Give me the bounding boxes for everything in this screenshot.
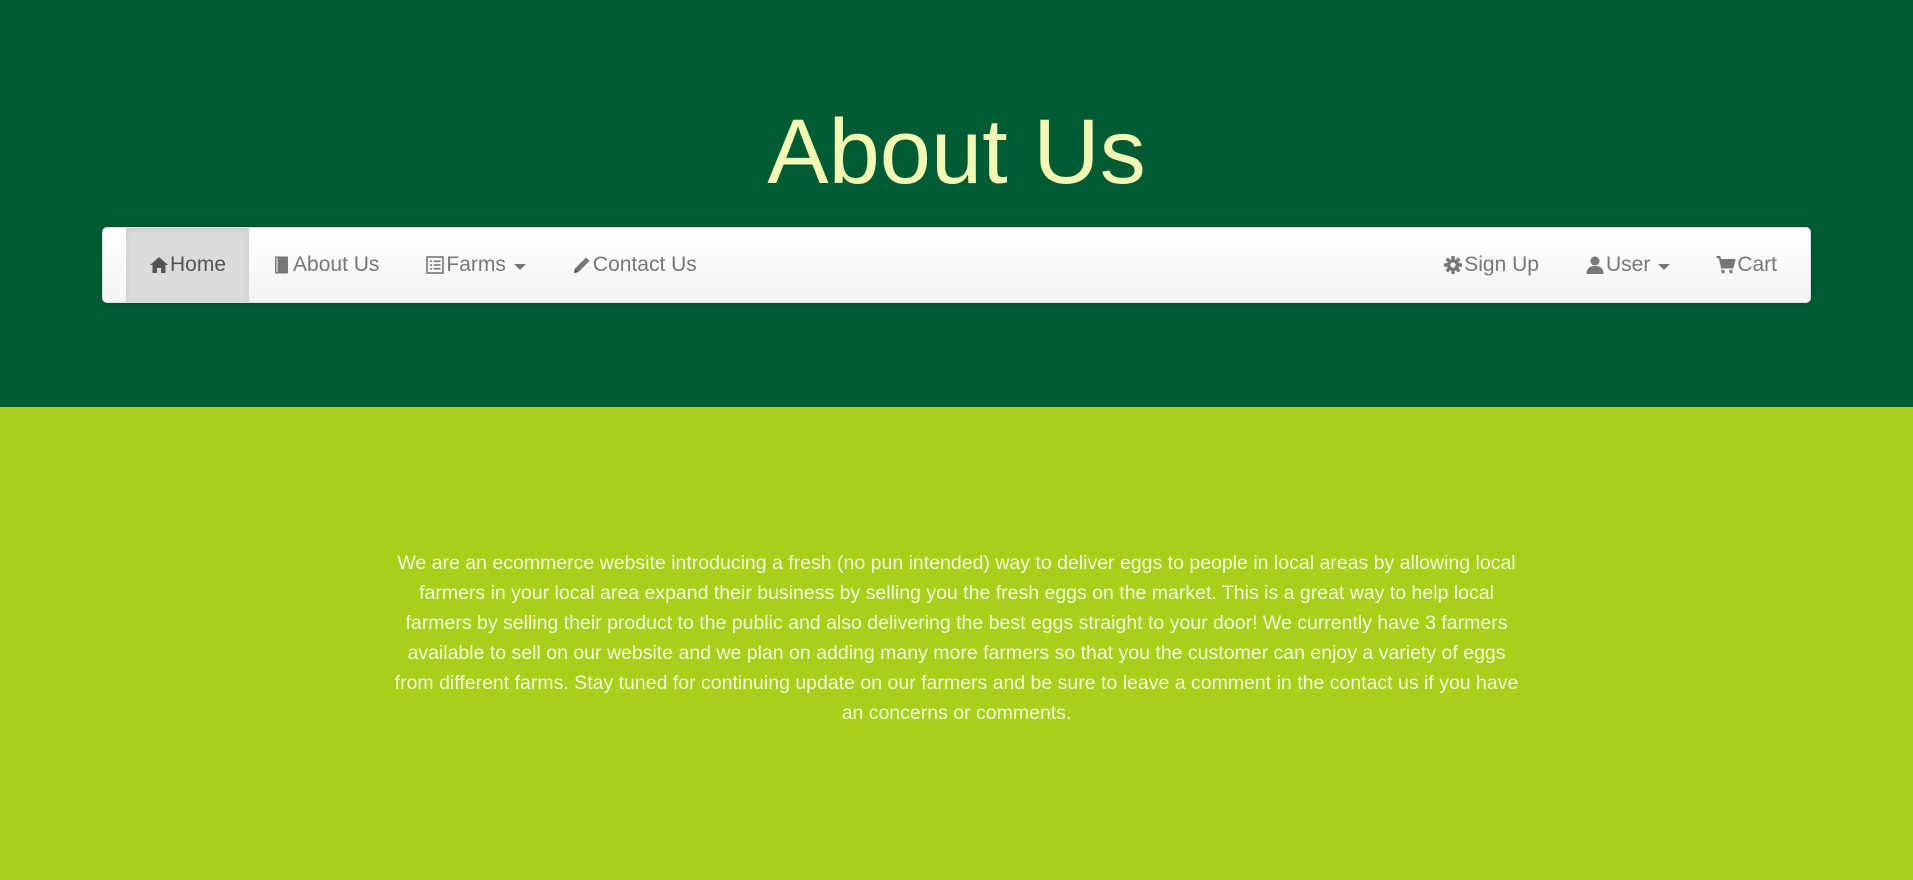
- page-header: About Us Home About Us Farms Contact Us …: [0, 0, 1913, 407]
- cart-icon: [1716, 255, 1736, 275]
- main-navbar: Home About Us Farms Contact Us Sign Up U…: [102, 227, 1811, 303]
- nav-cart-label: Cart: [1737, 253, 1777, 276]
- chevron-down-icon: [513, 263, 526, 270]
- page-title: About Us: [767, 101, 1146, 203]
- gear-icon: [1443, 255, 1463, 275]
- nav-cart-link[interactable]: Cart: [1693, 228, 1800, 302]
- about-description: We are an ecommerce website introducing …: [394, 552, 1519, 724]
- nav-sign-up-label: Sign Up: [1464, 253, 1539, 276]
- nav-home-label: Home: [170, 253, 227, 276]
- nav-farms-label: Farms: [446, 253, 506, 276]
- nav-contact-us-link[interactable]: Contact Us: [549, 228, 720, 302]
- nav-about-us-label: About Us: [293, 253, 380, 276]
- nav-about-us-link[interactable]: About Us: [249, 228, 402, 302]
- about-content-section: We are an ecommerce website introducing …: [0, 407, 1913, 880]
- nav-contact-us-label: Contact Us: [592, 253, 697, 276]
- navbar-left-group: Home About Us Farms Contact Us: [126, 228, 720, 302]
- list-icon: [425, 255, 445, 275]
- nav-sign-up-link[interactable]: Sign Up: [1420, 228, 1562, 302]
- chevron-down-icon: [1658, 263, 1671, 270]
- home-icon: [149, 255, 169, 275]
- nav-farms-dropdown[interactable]: Farms: [402, 228, 549, 302]
- book-icon: [272, 255, 292, 275]
- navbar-right-group: Sign Up User Cart: [1420, 228, 1800, 302]
- nav-user-dropdown[interactable]: User: [1562, 228, 1693, 302]
- nav-home-link[interactable]: Home: [126, 228, 250, 302]
- pencil-icon: [572, 255, 592, 275]
- user-icon: [1585, 255, 1605, 275]
- nav-user-label: User: [1605, 253, 1651, 276]
